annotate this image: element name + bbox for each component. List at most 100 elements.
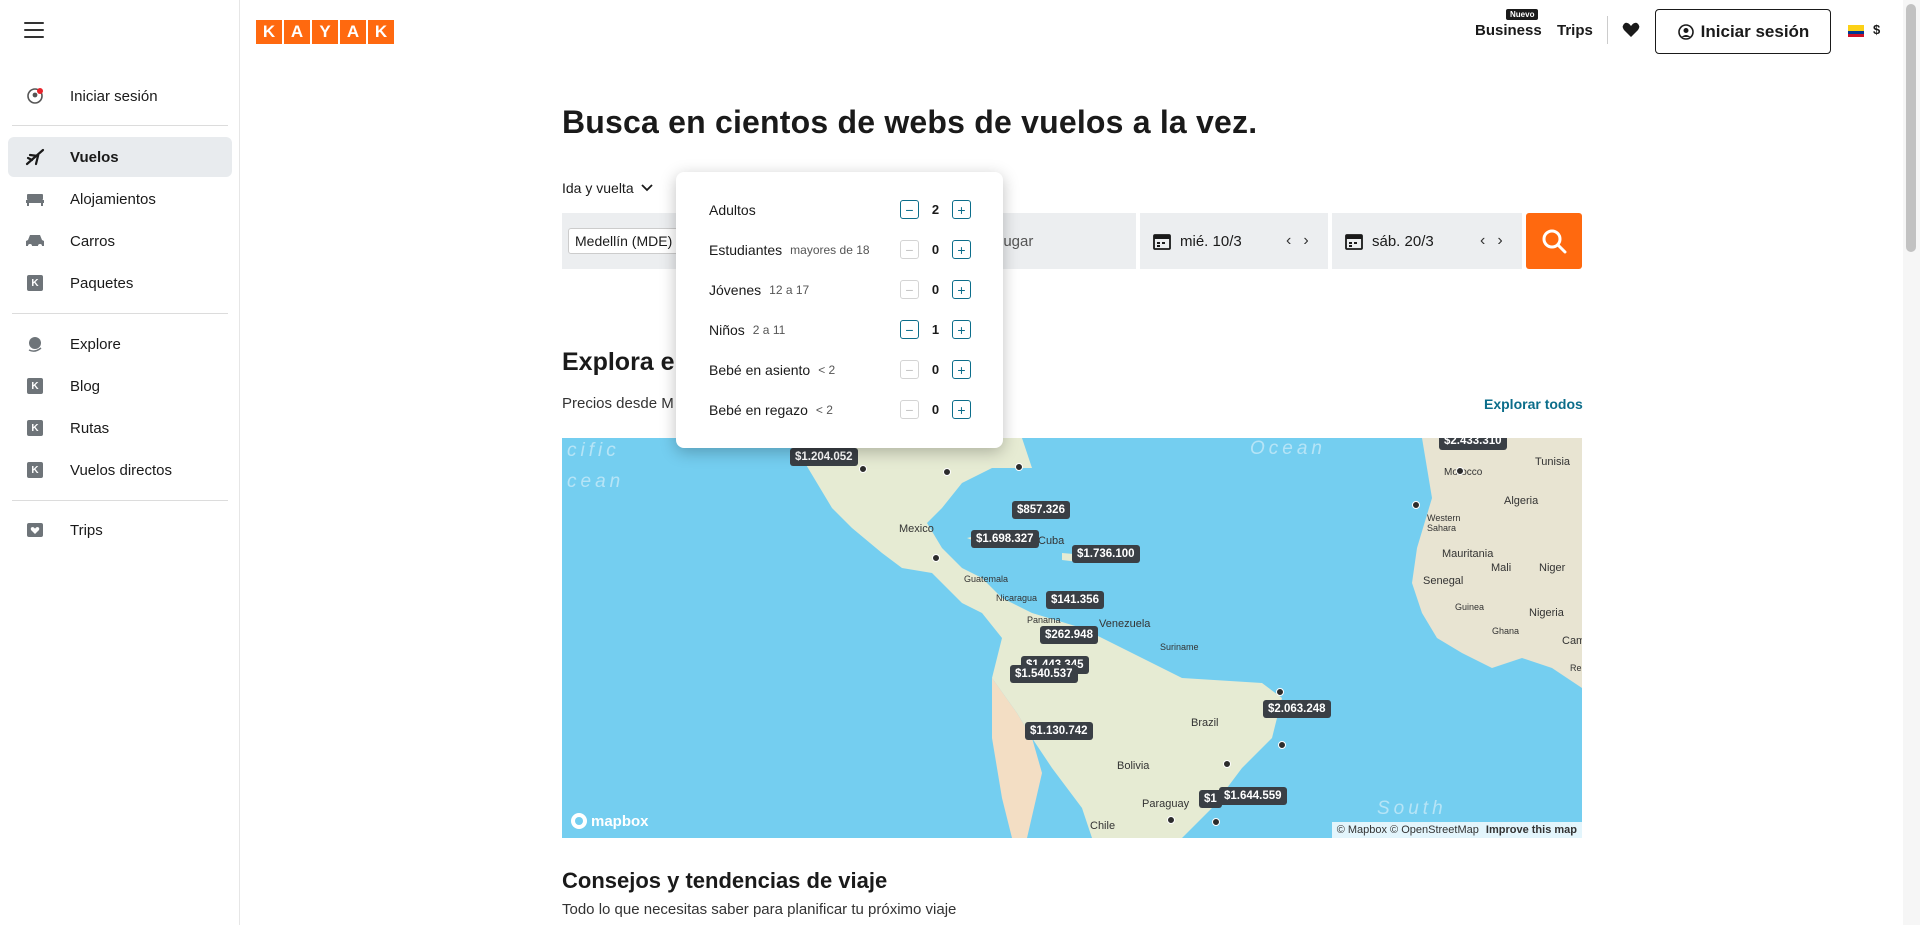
decrement-button[interactable]: − [900, 320, 919, 339]
chevron-right-icon[interactable]: › [1497, 232, 1502, 250]
passenger-row-bebe-regazo: Bebé en regazo < 2 − 0 + [709, 400, 971, 420]
logo-letter: K [368, 20, 394, 44]
decrement-button[interactable]: − [900, 280, 919, 299]
price-tag[interactable]: $857.326 [1012, 501, 1070, 519]
heart-icon[interactable] [1621, 20, 1641, 40]
increment-button[interactable]: + [952, 360, 971, 379]
tips-subtitle: Todo lo que necesitas saber para planifi… [562, 901, 957, 918]
login-button[interactable]: Iniciar sesión [1655, 9, 1831, 54]
sidebar-item-alojamientos[interactable]: Alojamientos [8, 179, 232, 219]
map-pin[interactable] [1015, 463, 1023, 471]
bed-icon [24, 188, 46, 210]
map-label: Re [1570, 663, 1582, 673]
decrement-button[interactable]: − [900, 200, 919, 219]
sidebar-item-label: Paquetes [70, 274, 134, 292]
kayak-k-icon: K [24, 375, 46, 397]
quantity-stepper: − 0 + [900, 400, 971, 419]
map-label: Paraguay [1142, 798, 1190, 810]
improve-map-link[interactable]: Improve this map [1486, 824, 1577, 836]
attribution-text[interactable]: © Mapbox © OpenStreetMap [1337, 824, 1479, 836]
chevron-right-icon[interactable]: › [1303, 232, 1308, 250]
price-tag[interactable]: $1.698.327 [971, 530, 1039, 548]
price-tag[interactable]: $2.433.310 [1439, 438, 1507, 450]
increment-button[interactable]: + [952, 400, 971, 419]
passenger-sublabel: mayores de 18 [790, 243, 870, 257]
depart-date-field[interactable]: mié. 10/3 ‹ › [1140, 213, 1328, 269]
trips-link[interactable]: Trips [1557, 22, 1593, 39]
map-pin[interactable] [1223, 760, 1231, 768]
explore-map[interactable]: cific cean Ocean South Mexico Cuba Guate… [562, 438, 1582, 838]
sidebar-item-paquetes[interactable]: K Paquetes [8, 263, 232, 303]
map-pin[interactable] [1167, 816, 1175, 824]
sidebar-item-label: Blog [70, 377, 101, 395]
business-link[interactable]: Business [1475, 22, 1542, 39]
map-label: Venezuela [1099, 618, 1151, 630]
price-tag[interactable]: $1.204.052 [790, 448, 858, 466]
map-pin[interactable] [1276, 688, 1284, 696]
map-label: Brazil [1191, 717, 1219, 729]
currency-selector[interactable]: $ [1873, 22, 1880, 37]
logo-letter: A [340, 20, 366, 44]
increment-button[interactable]: + [952, 280, 971, 299]
sidebar-item-login[interactable]: Iniciar sesión [8, 76, 232, 116]
price-tag[interactable]: $1.540.537 [1010, 665, 1078, 683]
map-pin[interactable] [1456, 467, 1464, 475]
map-label: Cuba [1038, 535, 1065, 547]
passenger-label: Bebé en regazo [709, 402, 808, 418]
increment-button[interactable]: + [952, 240, 971, 259]
increment-button[interactable]: + [952, 200, 971, 219]
origin-chip[interactable]: Medellín (MDE) [568, 228, 680, 254]
ocean-label: cific [567, 440, 620, 461]
sidebar-item-explore[interactable]: Explore [8, 324, 232, 364]
search-button[interactable] [1526, 213, 1582, 269]
decrement-button[interactable]: − [900, 240, 919, 259]
price-tag[interactable]: $1.644.559 [1219, 787, 1287, 805]
sidebar-item-rutas[interactable]: K Rutas [8, 408, 232, 448]
sidebar-item-trips[interactable]: Trips [8, 510, 232, 550]
quantity-stepper: − 2 + [900, 200, 971, 219]
decrement-button[interactable]: − [900, 400, 919, 419]
trip-type-selector[interactable]: Ida y vuelta [562, 180, 654, 196]
explore-all-link[interactable]: Explorar todos [1484, 396, 1583, 412]
divider [1607, 16, 1608, 44]
decrement-button[interactable]: − [900, 360, 919, 379]
passenger-sublabel: 12 a 17 [769, 283, 810, 297]
mapbox-logo[interactable]: mapbox [570, 812, 649, 830]
mapbox-label: mapbox [591, 812, 649, 830]
map-label: Western Sahara [1427, 513, 1461, 533]
map-label: Senegal [1423, 575, 1464, 587]
map-pin[interactable] [1212, 818, 1220, 826]
price-tag[interactable]: $1.736.100 [1072, 545, 1140, 563]
calendar-icon [1345, 234, 1363, 250]
price-tag[interactable]: $262.948 [1040, 626, 1098, 644]
chevron-left-icon[interactable]: ‹ [1286, 232, 1291, 250]
passenger-sublabel: < 2 [818, 363, 836, 377]
price-tag[interactable]: $141.356 [1046, 591, 1104, 609]
map-pin[interactable] [859, 465, 867, 473]
price-tag[interactable]: $1.130.742 [1025, 722, 1093, 740]
map-label: Suriname [1160, 642, 1199, 652]
return-date-field[interactable]: sáb. 20/3 ‹ › [1332, 213, 1522, 269]
trip-type-label: Ida y vuelta [562, 180, 634, 196]
nuevo-badge: Nuevo [1506, 9, 1539, 20]
sidebar-item-carros[interactable]: Carros [8, 221, 232, 261]
map-pin[interactable] [932, 554, 940, 562]
scrollbar-thumb[interactable] [1906, 4, 1916, 252]
quantity-stepper: − 0 + [900, 280, 971, 299]
chevron-left-icon[interactable]: ‹ [1480, 232, 1485, 250]
map-pin[interactable] [1278, 741, 1286, 749]
menu-icon[interactable] [24, 22, 44, 38]
map-pin[interactable] [943, 468, 951, 476]
map-label: Tunisia [1535, 456, 1571, 468]
sidebar-item-vuelos[interactable]: Vuelos [8, 137, 232, 177]
sidebar-item-vuelos-directos[interactable]: K Vuelos directos [8, 450, 232, 490]
price-tag[interactable]: $2.063.248 [1263, 700, 1331, 718]
sidebar-item-blog[interactable]: K Blog [8, 366, 232, 406]
kayak-logo[interactable]: K A Y A K [256, 20, 396, 44]
map-label: Guatemala [964, 574, 1009, 584]
map-pin[interactable] [1412, 501, 1420, 509]
increment-button[interactable]: + [952, 320, 971, 339]
colombia-flag-icon[interactable] [1848, 24, 1864, 37]
passenger-label: Adultos [709, 202, 756, 218]
sidebar-item-label: Vuelos [70, 148, 119, 166]
